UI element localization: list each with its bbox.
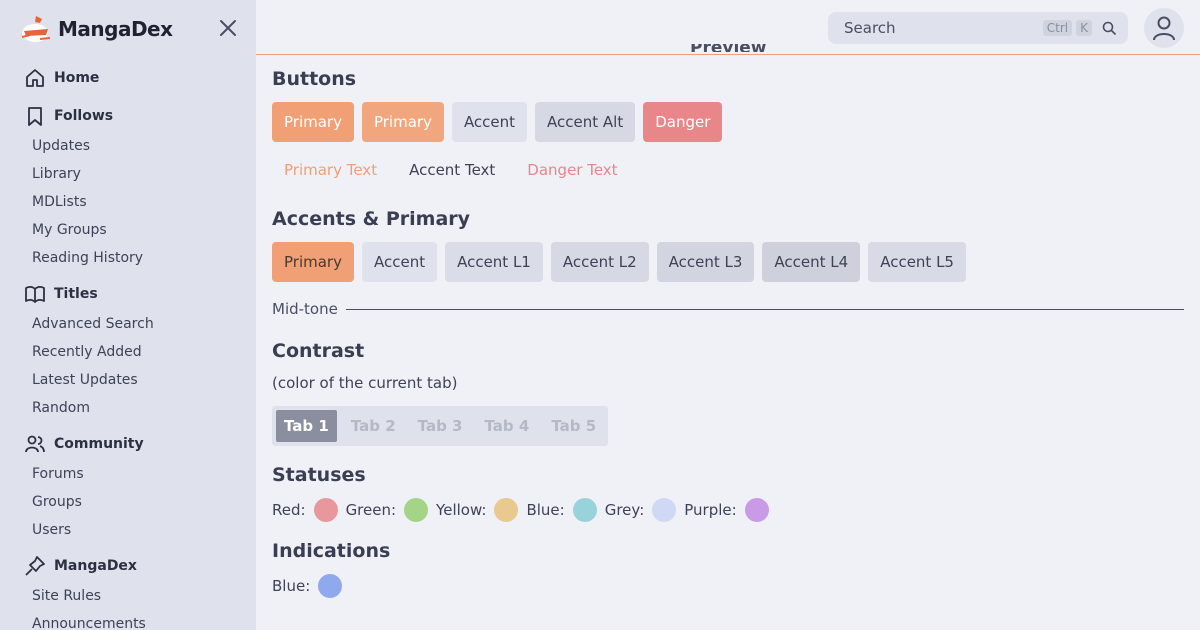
sidebar-item-advanced-search[interactable]: Advanced Search [0,310,256,338]
accent-text-button[interactable]: Accent Text [397,152,507,188]
logo[interactable]: MangaDex [18,12,173,46]
text-buttons-row: Primary Text Accent Text Danger Text [272,152,630,188]
buttons-row: Primary Primary Accent Accent Alt Danger [272,102,723,142]
pin-icon [25,556,45,576]
status-dot-green [404,498,429,522]
sidebar-item-users[interactable]: Users [0,516,256,544]
status-label-green: Green: [345,501,397,519]
sidebar-item-forums[interactable]: Forums [0,460,256,488]
primary-button[interactable]: Primary [272,102,354,142]
sidebar-item-latest-updates[interactable]: Latest Updates [0,366,256,394]
accent-button[interactable]: Accent [451,102,528,142]
sidebar-item-reading-history[interactable]: Reading History [0,244,256,272]
buttons-heading: Buttons [272,68,357,90]
tab-tab-3[interactable]: Tab 3 [410,410,471,442]
users-icon [25,435,45,453]
tab-bar: Tab 1 Tab 2 Tab 3 Tab 4 Tab 5 [272,406,609,446]
accents-heading: Accents & Primary [272,208,471,230]
sidebar-section-label: Follows [54,108,114,124]
sidebar-section-titles[interactable]: Titles [0,278,256,310]
tab-tab-2[interactable]: Tab 2 [343,410,404,442]
contrast-heading: Contrast [272,340,365,362]
accent-swatch-primary[interactable]: Primary [272,242,354,282]
sidebar-item-groups[interactable]: Groups [0,488,256,516]
indication-dot-blue [318,574,343,598]
sidebar-item-random[interactable]: Random [0,394,256,422]
accents-row: Primary Accent Accent L1 Accent L2 Accent L3… [272,242,966,282]
indication-label-blue: Blue: [272,577,311,595]
app-name: MangaDex [58,17,173,41]
tab-tab-5[interactable]: Tab 5 [543,410,604,442]
status-label-yellow: Yellow: [436,501,487,519]
search-icon[interactable] [1102,20,1118,36]
sidebar-item-mdlists[interactable]: MDLists [0,188,256,216]
accent-swatch-accent-l2[interactable]: Accent L2 [550,242,649,282]
sidebar-section-community[interactable]: Community [0,428,256,460]
sidebar-section-label: Home [54,70,100,86]
book-open-icon [25,286,45,303]
status-dot-red [313,498,338,522]
search-bar[interactable]: Search Ctrl K [828,12,1128,44]
midtone-label: Mid-tone [272,300,338,318]
danger-button[interactable]: Danger [643,102,723,142]
sidebar-item-site-rules[interactable]: Site Rules [0,582,256,610]
sidebar-item-announcements[interactable]: Announcements [0,610,256,630]
accent-alt-button[interactable]: Accent Alt [535,102,636,142]
midtone-divider: Mid-tone [272,300,1184,318]
status-label-blue: Blue: [526,501,565,519]
kbd-k: K [1076,20,1092,36]
sidebar-item-recently-added[interactable]: Recently Added [0,338,256,366]
bookmark-icon [28,107,42,126]
status-row: Red: Green: Yellow: Blue: Grey: Purple: [272,498,777,522]
status-label-purple: Purple: [684,501,737,519]
tab-tab-4[interactable]: Tab 4 [476,410,537,442]
accent-swatch-accent-l4[interactable]: Accent L4 [762,242,861,282]
sidebar-item-updates[interactable]: Updates [0,132,256,160]
sidebar-nav: Home Follows Updates Library MDLists My Group… [0,62,256,630]
sidebar-section-mangadex[interactable]: MangaDex [0,550,256,582]
kbd-ctrl: Ctrl [1042,20,1073,36]
danger-text-button[interactable]: Danger Text [515,152,629,188]
sidebar-section-home[interactable]: Home [0,62,256,94]
sidebar: MangaDex Home Follows Updates Library MDList… [0,0,256,630]
preview-heading: Preview [690,44,767,52]
accent-swatch-accent[interactable]: Accent [361,242,438,282]
sidebar-item-my-groups[interactable]: My Groups [0,216,256,244]
close-sidebar-icon[interactable] [216,16,240,40]
tab-tab-1[interactable]: Tab 1 [276,410,337,442]
statuses-heading: Statuses [272,464,366,486]
primary-text-button[interactable]: Primary Text [272,152,389,188]
status-dot-blue [572,498,597,522]
contrast-note: (color of the current tab) [272,374,458,392]
indications-heading: Indications [272,540,391,562]
accent-swatch-accent-l5[interactable]: Accent L5 [868,242,966,282]
sidebar-item-library[interactable]: Library [0,160,256,188]
mangadex-logo-icon [21,16,51,42]
status-label-red: Red: [272,501,306,519]
sidebar-section-follows[interactable]: Follows [0,100,256,132]
status-dot-purple [744,498,769,522]
accent-swatch-accent-l3[interactable]: Accent L3 [656,242,755,282]
user-avatar-icon[interactable] [1144,8,1184,48]
sidebar-section-label: Titles [54,286,98,302]
indications-row: Blue: [272,574,350,598]
primary-button[interactable]: Primary [361,102,444,142]
accent-swatch-accent-l1[interactable]: Accent L1 [445,242,543,282]
status-dot-grey [652,498,677,522]
status-dot-yellow [494,498,519,522]
sidebar-section-label: Community [54,436,144,452]
search-placeholder: Search [844,19,896,37]
sidebar-section-label: MangaDex [54,558,137,574]
midtone-line [345,308,1184,310]
status-label-grey: Grey: [604,501,645,519]
home-icon [26,69,44,87]
